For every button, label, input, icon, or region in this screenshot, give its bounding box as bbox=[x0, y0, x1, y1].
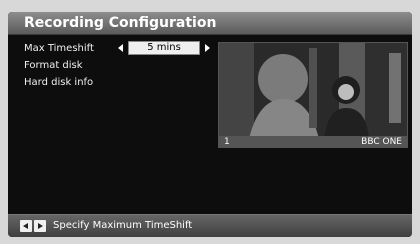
footer-navigation-keys bbox=[20, 220, 48, 232]
channel-number: 1 bbox=[224, 137, 230, 147]
right-arrow-icon[interactable] bbox=[205, 44, 210, 52]
channel-info-bar: 1 BBC ONE bbox=[218, 136, 408, 148]
live-tv-preview bbox=[218, 42, 408, 140]
menu-item-hard-disk-info[interactable]: Hard disk info bbox=[24, 74, 94, 91]
menu-item-max-timeshift[interactable]: Max Timeshift bbox=[24, 40, 94, 57]
max-timeshift-value-selector[interactable]: 5 mins bbox=[118, 41, 210, 55]
tv-screen: Recording Configuration Max Timeshift Fo… bbox=[8, 12, 412, 237]
help-footer: Specify Maximum TimeShift bbox=[8, 214, 412, 237]
left-arrow-icon[interactable] bbox=[118, 44, 123, 52]
channel-name: BBC ONE bbox=[361, 137, 402, 147]
title-bar: Recording Configuration bbox=[8, 12, 412, 35]
right-arrow-key-icon bbox=[34, 220, 46, 232]
page-title: Recording Configuration bbox=[24, 15, 217, 31]
tv-preview-image bbox=[219, 43, 407, 139]
menu-item-format-disk[interactable]: Format disk bbox=[24, 57, 94, 74]
footer-hint: Specify Maximum TimeShift bbox=[53, 220, 193, 231]
recording-menu: Max Timeshift Format disk Hard disk info bbox=[24, 40, 94, 91]
timeshift-value: 5 mins bbox=[128, 41, 200, 55]
left-arrow-key-icon bbox=[20, 220, 32, 232]
menu-item-label: Max Timeshift bbox=[24, 43, 94, 54]
menu-item-label: Hard disk info bbox=[24, 77, 94, 88]
menu-item-label: Format disk bbox=[24, 60, 83, 71]
